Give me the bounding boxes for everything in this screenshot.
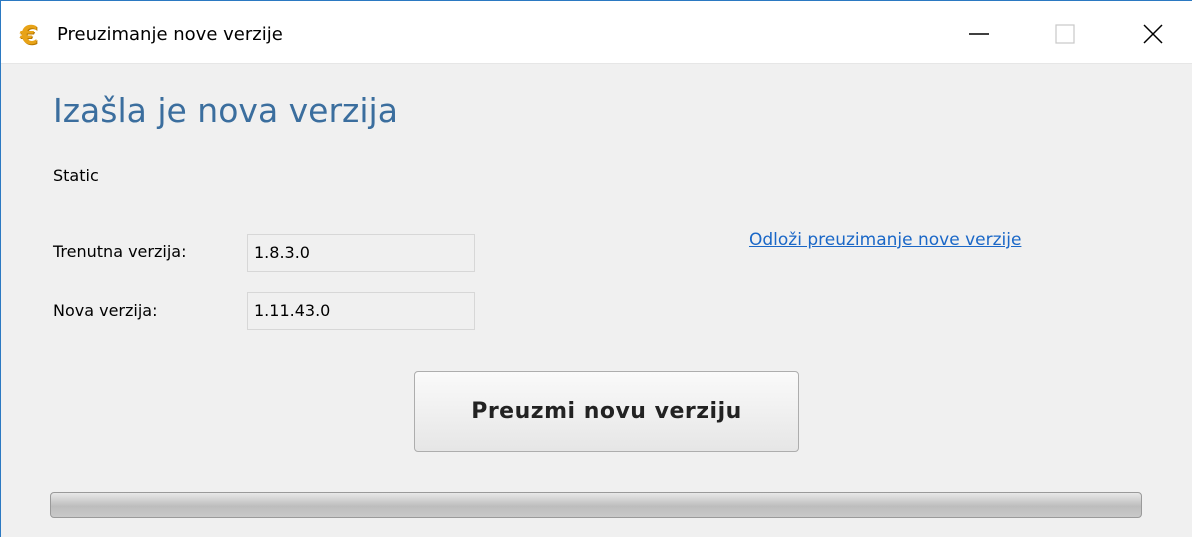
title-bar[interactable]: € Preuzimanje nove verzije [1, 9, 1192, 63]
close-button[interactable] [1117, 9, 1189, 59]
download-button-label: Preuzmi novu verziju [471, 399, 742, 424]
euro-icon: € [19, 21, 39, 51]
minimize-icon [969, 33, 989, 35]
download-progress-bar [50, 492, 1142, 518]
title-divider [1, 63, 1192, 64]
window-title: Preuzimanje nove verzije [57, 24, 283, 45]
close-icon [1143, 24, 1163, 44]
current-version-label: Trenutna verzija: [53, 242, 187, 261]
minimize-button[interactable] [943, 9, 1015, 59]
app-window: € Preuzimanje nove verzije Izašla je nov… [0, 0, 1192, 537]
maximize-button[interactable] [1029, 9, 1101, 59]
window-top-strip [1, 1, 1192, 9]
postpone-download-link[interactable]: Odloži preuzimanje nove verzije [749, 227, 1021, 253]
new-version-field: 1.11.43.0 [247, 292, 475, 330]
static-text: Static [53, 166, 99, 185]
maximize-icon [1055, 24, 1075, 44]
page-heading: Izašla je nova verzija [53, 91, 398, 130]
download-new-version-button[interactable]: Preuzmi novu verziju [414, 371, 799, 452]
current-version-field: 1.8.3.0 [247, 234, 475, 272]
new-version-label: Nova verzija: [53, 301, 158, 320]
